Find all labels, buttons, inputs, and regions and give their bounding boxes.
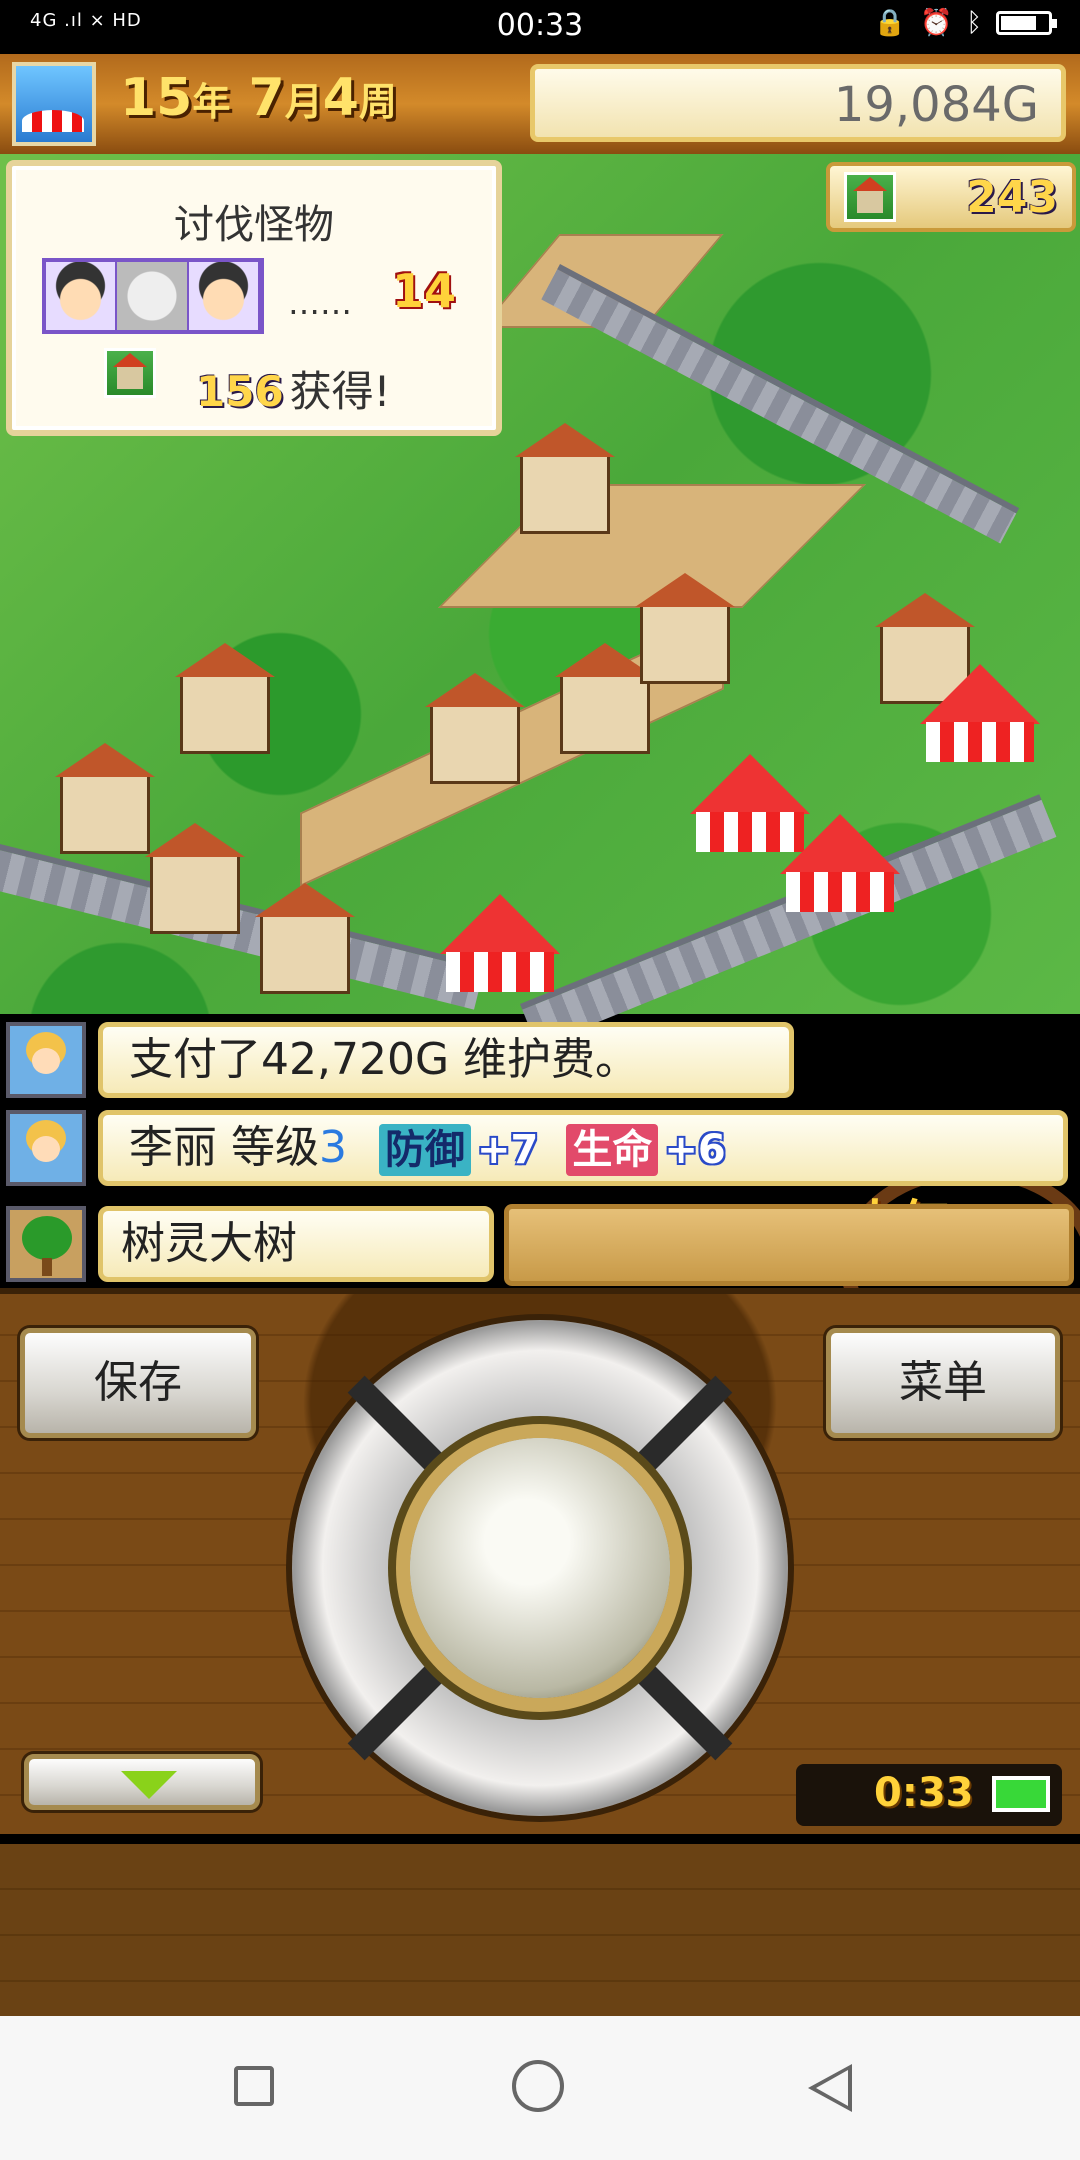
money-display: 19,084G — [530, 64, 1066, 142]
map-building[interactable] — [255, 883, 355, 994]
quest-dots: …… — [288, 284, 352, 322]
party-portraits — [42, 258, 264, 334]
menu-button[interactable]: 菜单 — [826, 1328, 1060, 1438]
dpad-center-button[interactable] — [410, 1438, 670, 1698]
lock-rotation-icon: 🔒 — [873, 8, 907, 38]
battery-icon — [992, 1776, 1050, 1812]
levelup-message: 李丽 等级3 防御 +7 生命 +6 — [98, 1110, 1068, 1186]
controller-panel: 保存 菜单 0:33 — [0, 1288, 1080, 1840]
adventurer-portrait — [46, 262, 118, 330]
status-bar: 4G .ıl × HD 00:33 🔒 ⏰ ᛒ — [0, 0, 1080, 54]
top-hud: 15年 7月4周 19,084G — [0, 54, 1080, 154]
message-row: 李丽 等级3 防御 +7 生命 +6 — [0, 1106, 1080, 1190]
levelup-level: 3 — [319, 1122, 347, 1173]
home-button[interactable] — [512, 2060, 568, 2116]
map-building[interactable] — [425, 673, 525, 784]
money-value: 19,084G — [833, 77, 1039, 133]
save-button[interactable]: 保存 — [20, 1328, 256, 1438]
collapse-button[interactable] — [24, 1754, 260, 1810]
levelup-name: 李丽 等级 — [129, 1122, 319, 1173]
alarm-icon: ⏰ — [920, 8, 953, 38]
circus-tent[interactable] — [440, 894, 560, 994]
quest-reward: 156 获得! — [196, 358, 391, 419]
circus-tent[interactable] — [920, 664, 1040, 764]
town-wall — [0, 844, 486, 1010]
quest-panel[interactable]: 讨伐怪物 …… 14 156 获得! — [6, 160, 502, 436]
house-icon — [104, 348, 156, 398]
map-building[interactable] — [55, 743, 155, 854]
defense-tag: 防御 — [379, 1124, 471, 1176]
month-unit: 月 — [284, 80, 323, 124]
map-building[interactable] — [175, 643, 275, 754]
empty-message-slot — [504, 1204, 1074, 1286]
tree-icon — [6, 1206, 86, 1282]
map-building[interactable] — [145, 823, 245, 934]
year-value: 15 — [120, 68, 193, 128]
chevron-down-icon — [121, 1771, 177, 1799]
knight-portrait — [117, 262, 189, 330]
population-value: 243 — [966, 172, 1058, 223]
navigation-bar — [0, 2016, 1080, 2160]
week-unit: 周 — [358, 80, 397, 124]
reward-amount: 156 — [196, 367, 284, 416]
battery-icon — [996, 11, 1057, 35]
dpad[interactable] — [292, 1320, 788, 1816]
year-unit: 年 — [192, 80, 231, 124]
back-button[interactable] — [804, 2060, 860, 2116]
reward-text: 获得! — [289, 367, 391, 416]
defense-bonus: +7 — [477, 1127, 539, 1173]
status-icons: 🔒 ⏰ ᛒ — [873, 8, 1057, 38]
message-row: 支付了42,720G 维护费。 — [0, 1018, 1080, 1102]
game-clock: 0:33 — [874, 1770, 974, 1816]
map-building[interactable] — [555, 643, 655, 754]
population-counter: 243 — [826, 162, 1076, 232]
circus-tent[interactable] — [780, 814, 900, 914]
bottom-panel — [0, 1834, 1080, 2026]
bluetooth-icon: ᛒ — [966, 8, 982, 38]
character-avatar — [6, 1110, 86, 1186]
month-value: 7 — [248, 68, 285, 128]
recent-apps-button[interactable] — [228, 2060, 284, 2116]
calendar-season-icon[interactable] — [12, 62, 96, 146]
map-building[interactable] — [635, 573, 735, 684]
square-icon — [234, 2066, 274, 2106]
house-icon — [844, 172, 896, 222]
kill-count: 14 — [392, 264, 457, 318]
character-avatar — [6, 1022, 86, 1098]
building-message: 树灵大树 — [98, 1206, 494, 1282]
hp-tag: 生命 — [566, 1124, 659, 1176]
game-date: 15年 7月4周 — [120, 68, 397, 128]
game-clock-panel: 0:33 — [796, 1764, 1062, 1826]
adventurer-portrait — [188, 262, 260, 330]
map-building[interactable] — [515, 423, 615, 534]
hp-bonus: +6 — [664, 1127, 726, 1173]
maintenance-message: 支付了42,720G 维护费。 — [98, 1022, 794, 1098]
quest-title: 讨伐怪物 — [174, 202, 334, 248]
circle-icon — [512, 2060, 564, 2112]
week-value: 4 — [322, 68, 359, 128]
